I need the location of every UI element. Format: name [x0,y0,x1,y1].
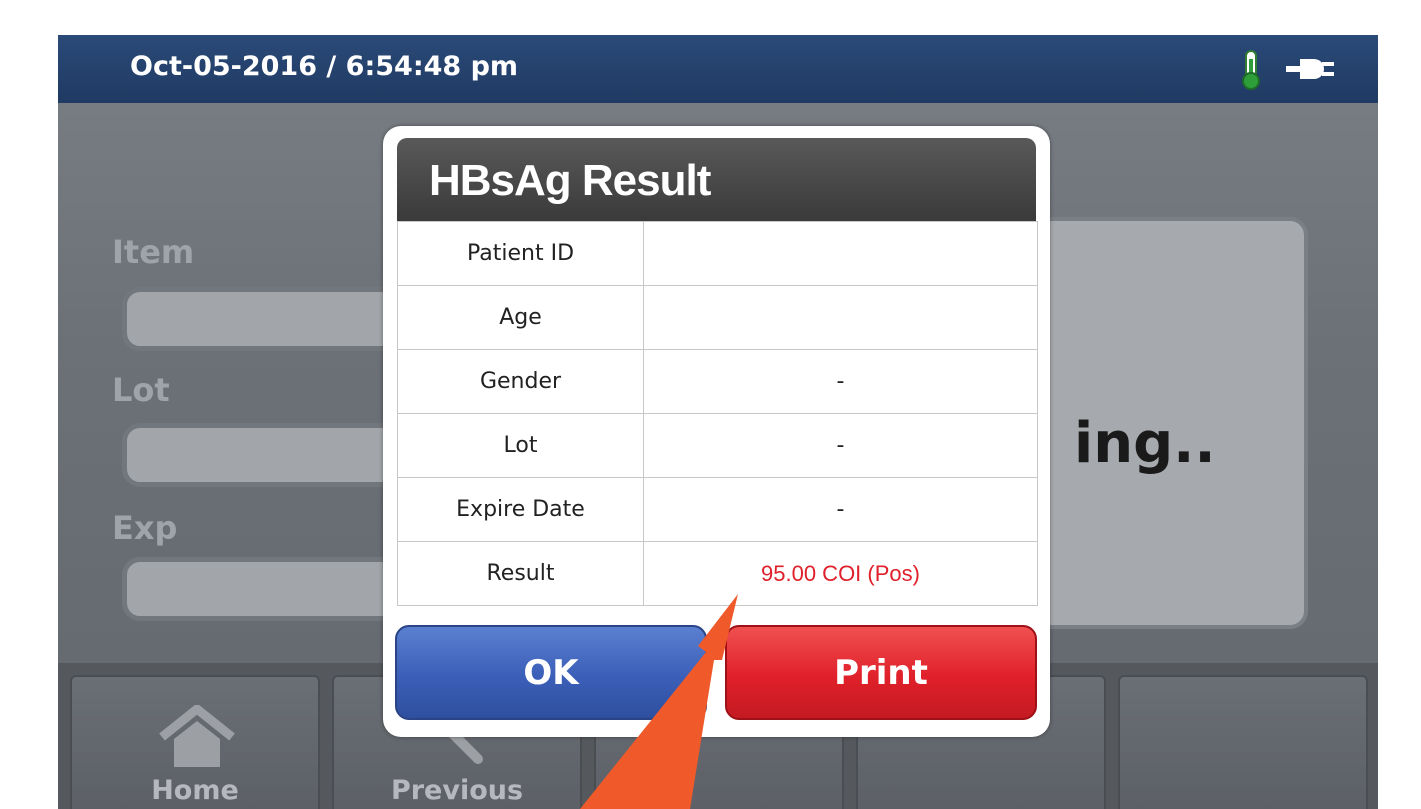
home-icon [159,705,235,767]
exp-field[interactable] [122,557,422,621]
row-label: Expire Date [397,477,644,542]
status-panel-text: ing.. [1074,411,1216,476]
row-value: - [643,413,1038,478]
exp-label: Exp [112,509,178,547]
row-value: - [643,349,1038,414]
table-row: Age [397,285,1038,350]
status-bar: Oct-05-2016 / 6:54:48 pm [58,35,1378,103]
row-label: Lot [397,413,644,478]
row-label: Gender [397,349,644,414]
dialog-header: HBsAg Result [397,138,1036,221]
table-row: Lot - [397,413,1038,478]
row-value [643,221,1038,286]
item-label: Item [112,233,195,271]
dialog-title: HBsAg Result [429,156,711,205]
result-value: 95.00 COI (Pos) [643,541,1038,606]
row-label: Age [397,285,644,350]
table-row: Patient ID [397,221,1038,286]
previous-label: Previous [390,775,524,806]
home-button[interactable]: Home [70,675,320,809]
row-label: Result [397,541,644,606]
thermometer-icon [1242,50,1260,90]
status-datetime: Oct-05-2016 / 6:54:48 pm [130,51,519,82]
item-field[interactable] [122,287,422,351]
row-value: - [643,477,1038,542]
power-plug-icon [1286,59,1334,79]
row-value [643,285,1038,350]
result-dialog: HBsAg Result Patient ID Age Gender - Lot… [383,126,1050,737]
lot-label: Lot [112,371,170,409]
result-table: Patient ID Age Gender - Lot - Expire Dat… [397,221,1038,606]
row-label: Patient ID [397,221,644,286]
table-row: Result 95.00 COI (Pos) [397,541,1038,606]
table-row: Gender - [397,349,1038,414]
home-label: Home [151,775,239,806]
nav-button-5[interactable] [1118,675,1368,809]
print-button[interactable]: Print [725,625,1037,720]
ok-button[interactable]: OK [395,625,707,720]
table-row: Expire Date - [397,477,1038,542]
lot-field[interactable] [122,423,422,487]
